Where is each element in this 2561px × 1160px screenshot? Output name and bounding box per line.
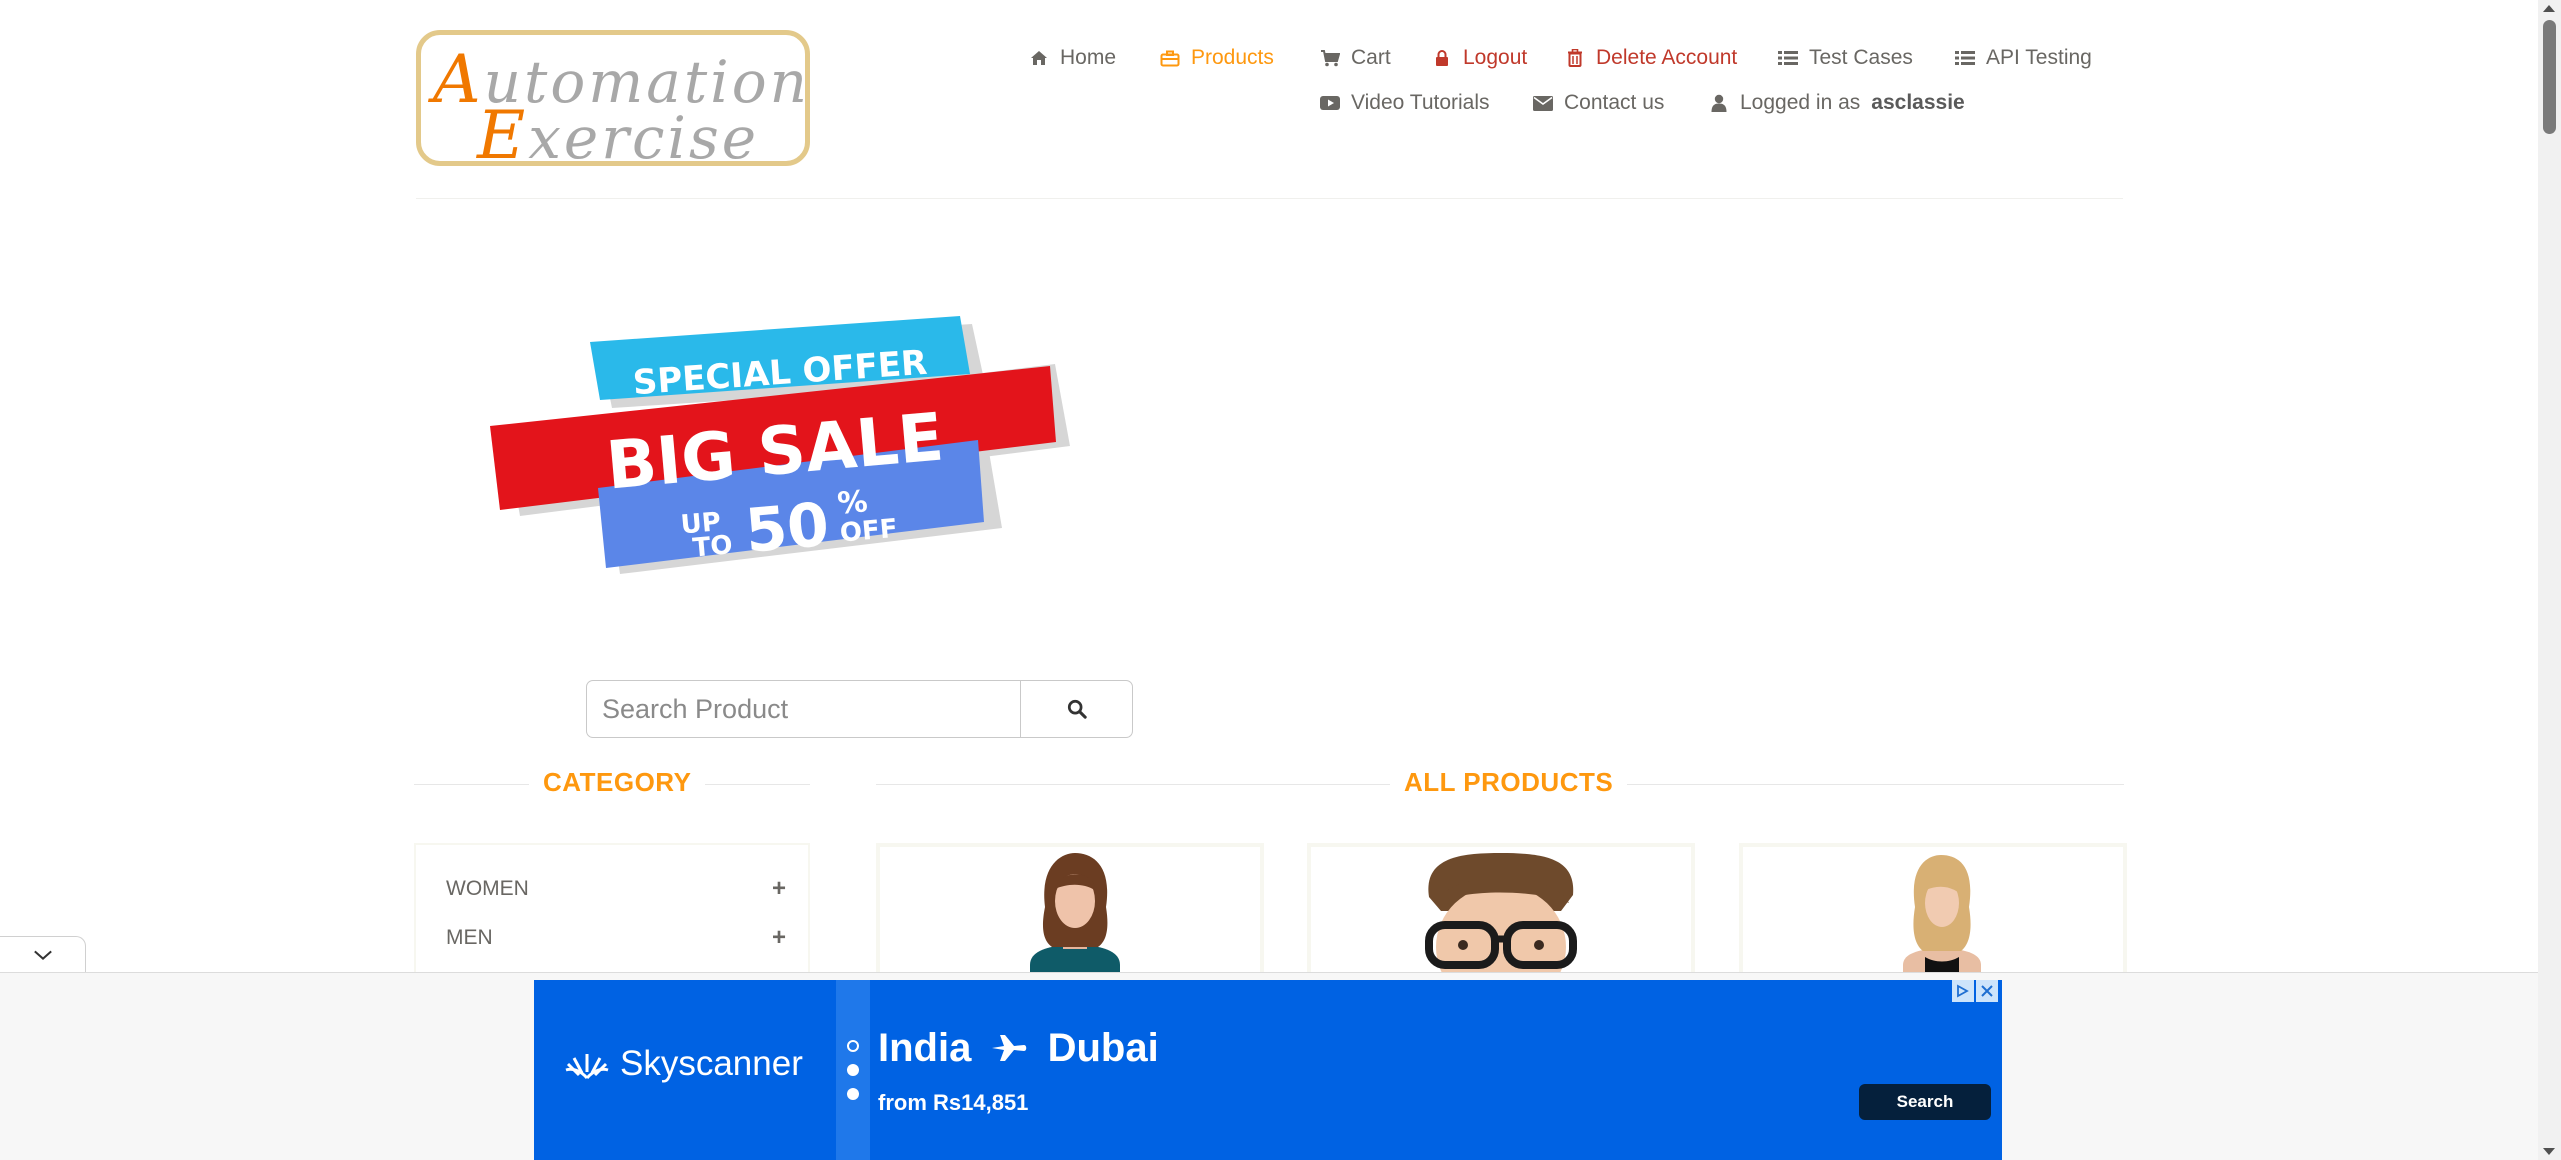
- nav-home-label: Home: [1060, 46, 1117, 69]
- nav-cart[interactable]: Cart: [1320, 46, 1391, 70]
- nav-logout-label: Logout: [1463, 46, 1528, 69]
- nav-cart-label: Cart: [1351, 46, 1391, 69]
- nav-home[interactable]: Home: [1029, 46, 1116, 70]
- banner-percent-value: 50: [743, 490, 832, 567]
- ad-route-from: India: [878, 1026, 972, 1070]
- category-label: MEN: [446, 926, 493, 949]
- nav-delete-account-label: Delete Account: [1596, 46, 1738, 69]
- banner-to: TO: [692, 530, 734, 563]
- ad-route: India Dubai: [878, 1026, 1159, 1073]
- header-divider: [416, 198, 2123, 199]
- nav-video-tutorials-label: Video Tutorials: [1351, 91, 1490, 114]
- chevron-down-icon: [33, 945, 53, 965]
- expand-icon[interactable]: +: [772, 875, 786, 903]
- nav-video-tutorials[interactable]: Video Tutorials: [1320, 91, 1490, 115]
- sunrise-logo-icon: [564, 1048, 610, 1080]
- page-scrollbar[interactable]: [2538, 0, 2561, 1160]
- logo-line-2: Exercise: [477, 97, 760, 166]
- trash-icon: [1565, 48, 1585, 68]
- home-icon: [1029, 48, 1049, 68]
- carousel-dot[interactable]: [847, 1064, 859, 1076]
- briefcase-icon: [1160, 48, 1180, 68]
- nav-api-testing[interactable]: API Testing: [1955, 46, 2092, 70]
- all-products-title: ALL PRODUCTS: [1390, 767, 1628, 798]
- logged-in-prefix: Logged in as: [1740, 91, 1861, 114]
- sale-banner[interactable]: SPECIAL OFFER BIG SALE UP TO 50 % OFF: [490, 312, 1090, 592]
- lock-icon: [1432, 48, 1452, 68]
- search-icon: [1067, 699, 1087, 719]
- nav-contact-us-label: Contact us: [1564, 91, 1665, 114]
- search-button[interactable]: [1020, 680, 1133, 738]
- ad-price: from Rs14,851: [878, 1090, 1029, 1115]
- ad-close-icon[interactable]: [1976, 980, 1998, 1002]
- nav-test-cases-label: Test Cases: [1809, 46, 1913, 69]
- category-label: WOMEN: [446, 877, 529, 900]
- nav-products-label: Products: [1191, 46, 1274, 69]
- nav-api-testing-label: API Testing: [1986, 46, 2092, 69]
- expand-icon[interactable]: +: [772, 924, 786, 952]
- banner-off: OFF: [839, 514, 899, 549]
- envelope-icon: [1533, 93, 1553, 113]
- search-input[interactable]: [586, 680, 1022, 738]
- adchoices-icon[interactable]: [1952, 980, 1974, 1002]
- category-title: CATEGORY: [529, 767, 706, 798]
- nav-test-cases[interactable]: Test Cases: [1778, 46, 1913, 70]
- youtube-play-icon: [1320, 93, 1340, 113]
- category-item-men[interactable]: MEN +: [446, 924, 786, 952]
- ad-route-to: Dubai: [1047, 1026, 1159, 1070]
- nav-logout[interactable]: Logout: [1432, 46, 1527, 70]
- user-icon: [1709, 93, 1729, 113]
- nav-contact-us[interactable]: Contact us: [1533, 91, 1664, 115]
- scroll-up-icon[interactable]: [2543, 5, 2555, 12]
- ad-brand: Skyscanner: [564, 1044, 803, 1084]
- nav-delete-account[interactable]: Delete Account: [1565, 46, 1737, 70]
- scroll-down-icon[interactable]: [2543, 1148, 2555, 1155]
- carousel-dot[interactable]: [847, 1040, 859, 1052]
- skyscanner-ad[interactable]: Skyscanner India Dubai from Rs14,851 Sea…: [534, 980, 2002, 1160]
- ad-brand-name: Skyscanner: [620, 1044, 803, 1083]
- ad-collapse-button[interactable]: [0, 936, 86, 972]
- scrollbar-thumb[interactable]: [2543, 20, 2556, 134]
- list-icon: [1955, 48, 1975, 68]
- logged-in-status: Logged in as asclassie: [1709, 91, 1965, 115]
- plane-icon: [990, 1028, 1028, 1073]
- ad-carousel-dots[interactable]: [836, 980, 870, 1160]
- site-logo[interactable]: Automation Exercise: [416, 30, 810, 166]
- sale-banner-graphic: SPECIAL OFFER BIG SALE UP TO 50 % OFF: [490, 316, 1070, 574]
- ad-search-button[interactable]: Search: [1859, 1084, 1991, 1120]
- carousel-dot[interactable]: [847, 1088, 859, 1100]
- nav-products[interactable]: Products: [1160, 46, 1274, 70]
- page: Automation Exercise Home Products Cart L…: [0, 0, 2561, 1160]
- category-item-women[interactable]: WOMEN +: [446, 875, 786, 903]
- logged-in-username: asclassie: [1871, 91, 1965, 114]
- list-icon: [1778, 48, 1798, 68]
- cart-icon: [1320, 48, 1340, 68]
